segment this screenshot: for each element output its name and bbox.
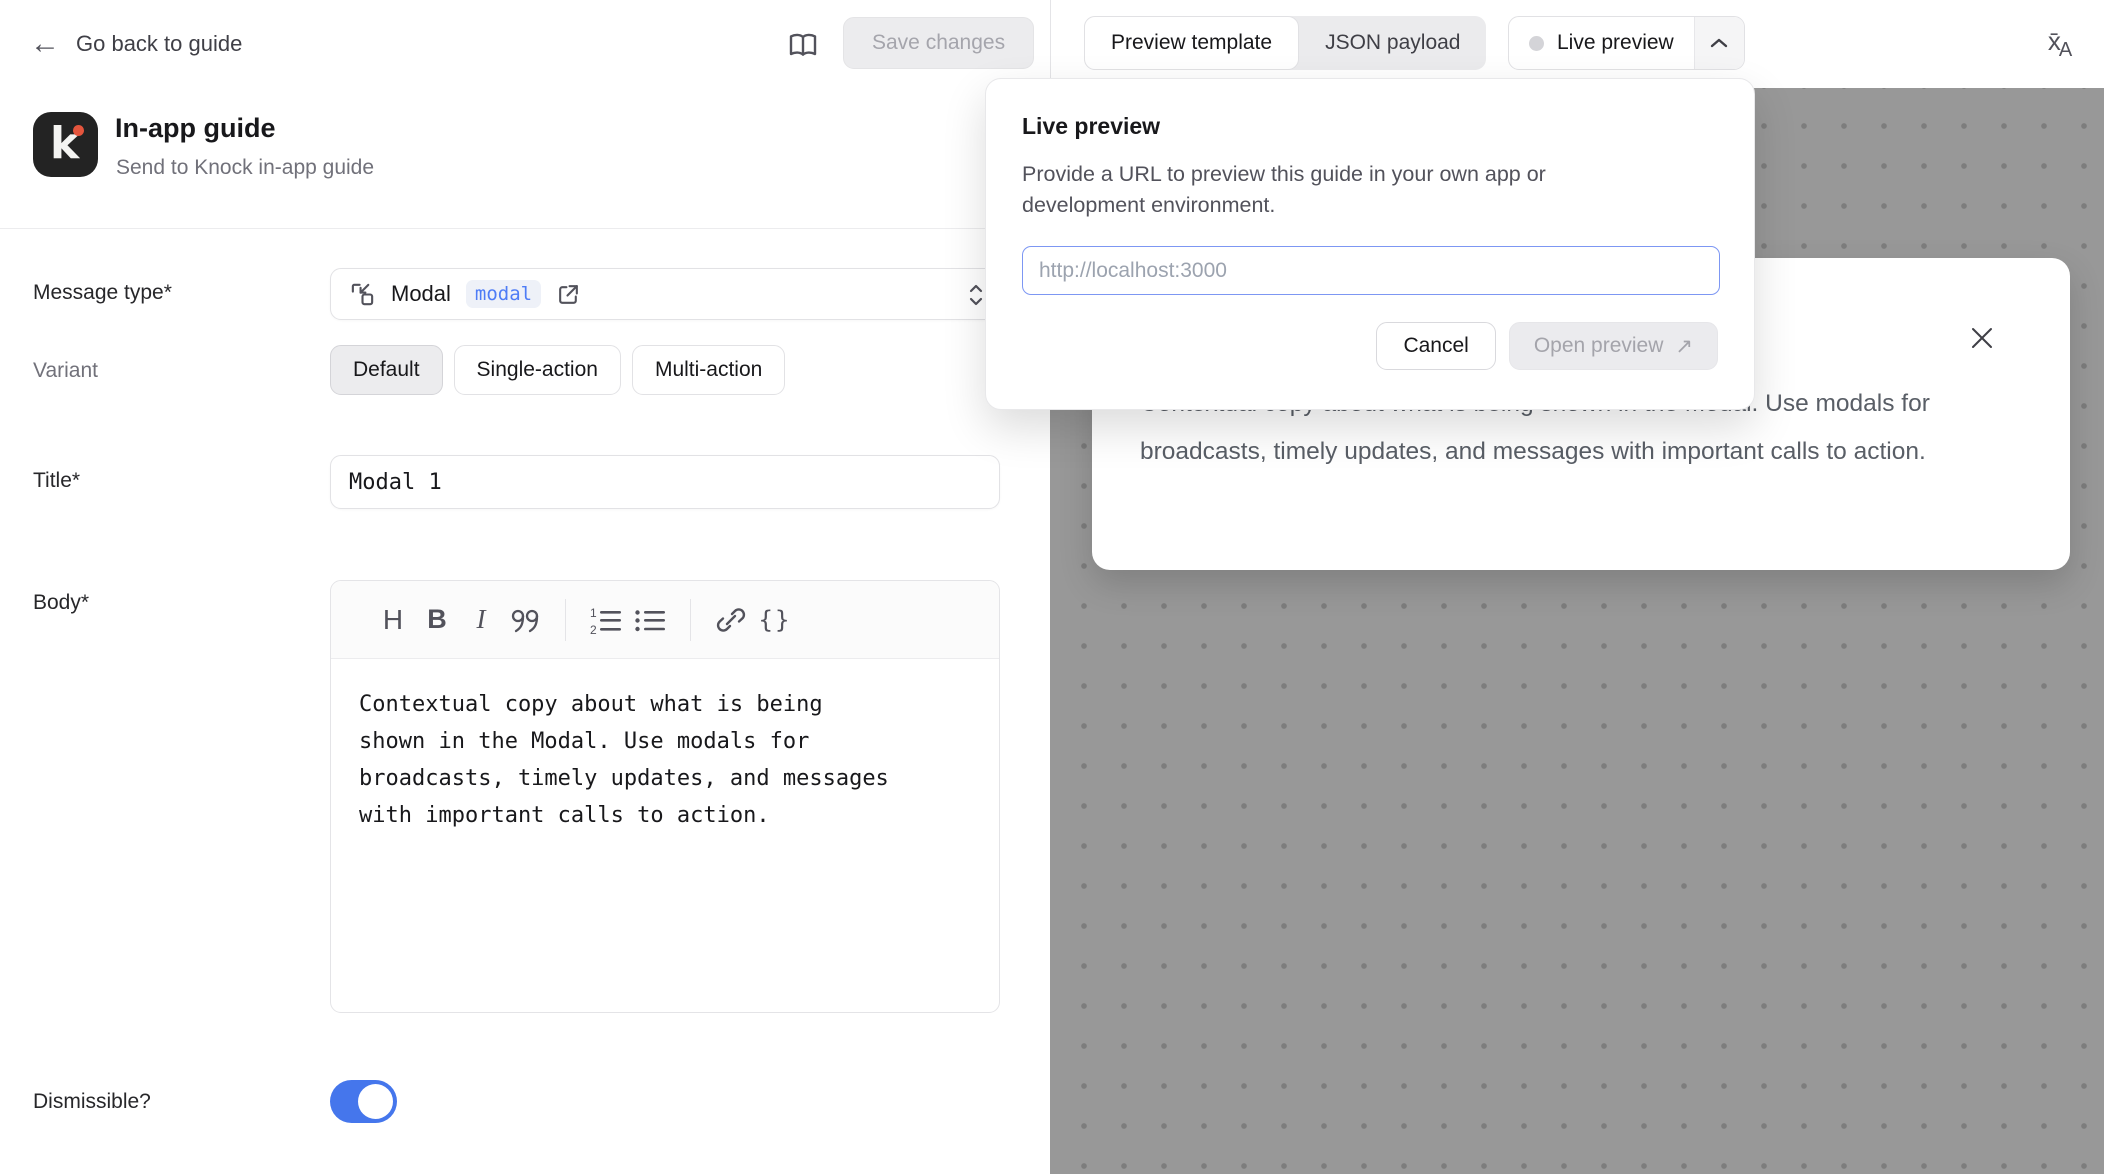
tab-json-payload[interactable]: JSON payload [1299, 16, 1486, 70]
blockquote-button[interactable] [503, 596, 547, 644]
svg-text:2: 2 [590, 623, 597, 635]
link-button[interactable] [709, 596, 753, 644]
popover-title: Live preview [1022, 113, 1718, 140]
tab-preview-template[interactable]: Preview template [1084, 16, 1299, 70]
variant-label: Variant [33, 359, 98, 383]
popover-button-row: Cancel Open preview ↗ [1022, 322, 1718, 370]
live-preview-button[interactable]: Live preview [1509, 17, 1694, 69]
live-preview-label: Live preview [1557, 31, 1674, 55]
open-preview-button[interactable]: Open preview ↗ [1509, 322, 1718, 370]
variant-option-single-action[interactable]: Single-action [454, 345, 621, 395]
body-editor-content[interactable]: Contextual copy about what is being show… [331, 659, 919, 834]
message-type-key-badge: modal [466, 280, 541, 308]
knock-logo: k [33, 112, 98, 177]
top-bar: ← Go back to guide Save changes Preview … [0, 0, 2104, 88]
live-preview-control: Live preview [1508, 16, 1745, 70]
editor-toolbar: H B I 1 2 [331, 581, 999, 659]
ordered-list-button[interactable]: 1 2 [584, 596, 628, 644]
go-back-button[interactable]: ← Go back to guide [30, 0, 242, 88]
back-label: Go back to guide [76, 31, 242, 57]
dismissible-toggle[interactable] [330, 1080, 397, 1123]
topbar-divider [1050, 0, 1051, 88]
popover-description: Provide a URL to preview this guide in y… [1022, 159, 1670, 221]
body-label: Body* [33, 591, 89, 615]
preview-url-input[interactable] [1022, 246, 1720, 295]
arrow-up-right-icon: ↗ [1675, 334, 1693, 359]
select-chevrons-icon [967, 269, 985, 321]
cancel-button[interactable]: Cancel [1376, 322, 1495, 370]
live-preview-collapse-button[interactable] [1694, 17, 1744, 69]
variant-option-default[interactable]: Default [330, 345, 443, 395]
open-preview-label: Open preview [1534, 334, 1664, 358]
back-arrow-icon: ← [30, 29, 60, 59]
header-divider [0, 228, 1050, 229]
docs-book-icon[interactable] [782, 24, 824, 66]
bold-button[interactable]: B [415, 596, 459, 644]
preview-mode-tabs: Preview template JSON payload [1084, 16, 1486, 70]
italic-button[interactable]: I [459, 596, 503, 644]
message-type-select[interactable]: Modal modal [330, 268, 1000, 320]
modal-type-icon [349, 281, 376, 308]
logo-dot [73, 125, 84, 136]
toolbar-separator [690, 599, 691, 641]
title-input-value: Modal 1 [349, 470, 442, 495]
svg-text:1: 1 [590, 606, 597, 620]
variables-button[interactable]: {} [753, 596, 797, 644]
title-input[interactable]: Modal 1 [330, 455, 1000, 509]
toggle-knob [358, 1084, 393, 1119]
body-text: Contextual copy about what is being show… [359, 686, 899, 834]
live-preview-popover: Live preview Provide a URL to preview th… [985, 78, 1755, 410]
toolbar-separator [565, 599, 566, 641]
preview-close-button[interactable] [1964, 320, 2000, 356]
variant-button-group: Default Single-action Multi-action [330, 345, 785, 395]
message-type-value: Modal [391, 281, 451, 307]
dismissible-label: Dismissible? [33, 1090, 151, 1114]
chevron-up-icon [1709, 37, 1729, 49]
external-link-icon[interactable] [556, 282, 581, 307]
heading-button[interactable]: H [371, 596, 415, 644]
status-dot [1529, 36, 1544, 51]
variant-option-multi-action[interactable]: Multi-action [632, 345, 785, 395]
title-label: Title* [33, 469, 80, 493]
message-type-label: Message type* [33, 281, 172, 305]
page-subtitle: Send to Knock in-app guide [116, 156, 374, 180]
close-icon [1969, 325, 1995, 351]
page-title: In-app guide [115, 113, 275, 144]
body-editor: H B I 1 2 [330, 580, 1000, 1013]
save-changes-button[interactable]: Save changes [843, 17, 1034, 69]
translate-icon: x̄A [2048, 28, 2072, 60]
bullet-list-button[interactable] [628, 596, 672, 644]
translate-button[interactable]: x̄A [2036, 22, 2084, 66]
